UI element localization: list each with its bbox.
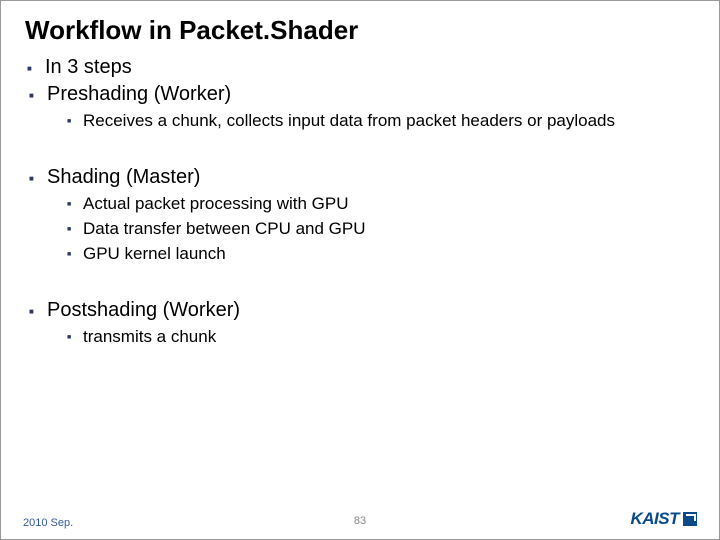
section-heading: Shading (Master) Actual packet processin…: [25, 166, 695, 265]
section-heading-text: Preshading (Worker): [47, 83, 231, 105]
section-item: Data transfer between CPU and GPU: [47, 218, 695, 240]
spacer: [25, 150, 695, 164]
section-heading-text: Postshading (Worker): [47, 299, 240, 321]
logo-text: KAIST: [631, 509, 680, 529]
slide: Workflow in Packet.Shader In 3 steps Pre…: [0, 0, 720, 540]
slide-title: Workflow in Packet.Shader: [25, 15, 695, 46]
section-heading-text: Shading (Master): [47, 166, 200, 188]
section-item: Receives a chunk, collects input data fr…: [47, 110, 695, 132]
logo-icon: [683, 512, 697, 526]
footer: 2010 Sep. 83 KAIST: [1, 509, 719, 529]
section-items: transmits a chunk: [47, 326, 695, 348]
page-number: 83: [354, 515, 366, 527]
section-items: Receives a chunk, collects input data fr…: [47, 110, 695, 132]
section-list: Preshading (Worker) Receives a chunk, co…: [25, 83, 695, 132]
section-item: transmits a chunk: [47, 326, 695, 348]
section-list: Postshading (Worker) transmits a chunk: [25, 299, 695, 348]
section-item: GPU kernel launch: [47, 243, 695, 265]
kaist-logo: KAIST: [631, 509, 698, 529]
bullet-list-lvl1: In 3 steps: [25, 56, 695, 79]
section-list: Shading (Master) Actual packet processin…: [25, 166, 695, 265]
section-items: Actual packet processing with GPU Data t…: [47, 193, 695, 265]
section-item: Actual packet processing with GPU: [47, 193, 695, 215]
section-heading: Postshading (Worker) transmits a chunk: [25, 299, 695, 348]
intro-bullet: In 3 steps: [25, 56, 695, 79]
footer-date: 2010 Sep.: [23, 517, 73, 529]
section-heading: Preshading (Worker) Receives a chunk, co…: [25, 83, 695, 132]
spacer: [25, 283, 695, 297]
